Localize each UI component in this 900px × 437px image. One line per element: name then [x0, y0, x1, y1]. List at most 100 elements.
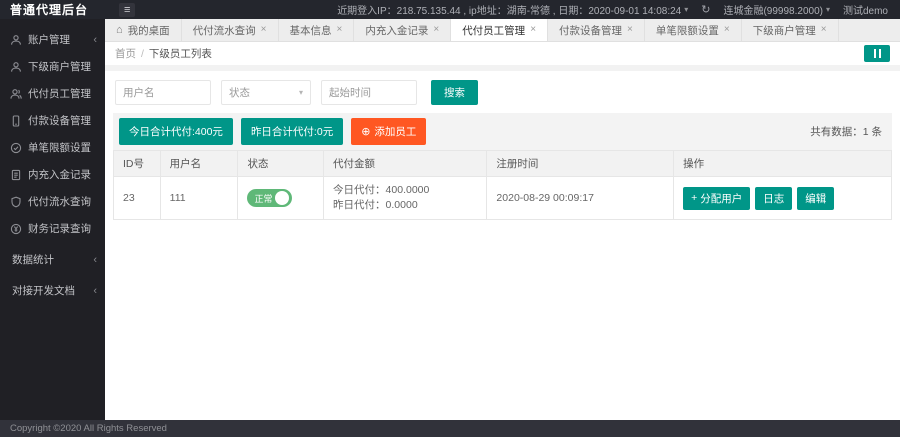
login-info-dropdown[interactable]: 近期登入IP：218.75.135.44 , ip地址：湖南-常德 , 日期：2… — [337, 2, 688, 17]
sidebar-item-finance-records[interactable]: 财务记录查询 — [0, 215, 105, 242]
hamburger-icon[interactable]: ≡ — [119, 2, 136, 17]
tab-label: 我的桌面 — [127, 24, 170, 37]
chevron-left-icon: ‹ — [93, 33, 97, 46]
col-header-id: ID号 — [113, 150, 161, 177]
page-footer: Copyright ©2020 All Rights Reserved — [0, 420, 900, 437]
edit-button[interactable]: 编辑 — [797, 186, 835, 210]
sidebar-item-payment-flow-query[interactable]: 代付流水查询 — [0, 188, 105, 215]
tab-limit-settings[interactable]: 单笔限额设置 × — [645, 19, 742, 41]
home-icon: ⌂ — [116, 24, 123, 36]
breadcrumb-home-link[interactable]: 首页 — [115, 46, 136, 61]
record-count: 共有数据：1 条 — [810, 126, 882, 138]
col-header-status: 状态 — [237, 150, 325, 177]
chevron-left-icon: ‹ — [93, 284, 97, 297]
close-icon[interactable]: × — [530, 25, 536, 35]
tab-label: 单笔限额设置 — [655, 24, 719, 37]
app-window: 普通代理后台 ≡ 近期登入IP：218.75.135.44 , ip地址：湖南-… — [0, 0, 900, 437]
today-total-button[interactable]: 今日合计代付:400元 — [119, 118, 233, 145]
tab-label: 下级商户管理 — [752, 24, 816, 37]
assign-user-button[interactable]: + 分配用户 — [683, 186, 751, 210]
cell-register-time: 2020-08-29 00:09:17 — [486, 175, 675, 221]
status-select-value: 状态 — [229, 87, 250, 99]
tab-my-desktop[interactable]: ⌂ 我的桌面 — [105, 19, 182, 41]
tab-payment-flow-query[interactable]: 代付流水查询 × — [182, 19, 279, 41]
tab-bar: ⌂ 我的桌面 代付流水查询 × 基本信息 × 内充入金记录 × 代付员工管理 ×… — [105, 19, 900, 42]
cell-amount: 今日代付：400.0000 昨日代付：0.0000 — [323, 175, 488, 221]
start-time-input[interactable] — [321, 80, 417, 105]
close-icon[interactable]: × — [821, 25, 827, 35]
status-select[interactable]: 状态 ▾ — [221, 80, 311, 105]
status-toggle[interactable]: 正常 — [247, 189, 293, 208]
tab-sub-merchants[interactable]: 下级商户管理 × — [742, 19, 839, 41]
yesterday-total-button[interactable]: 昨日合计代付:0元 — [240, 118, 344, 145]
cell-status: 正常 — [237, 175, 325, 221]
col-header-amount: 代付金额 — [323, 150, 488, 177]
sidebar-item-dev-docs[interactable]: 对接开发文档 ‹ — [0, 277, 105, 304]
mobile-phone-icon — [10, 114, 22, 127]
tab-label: 代付流水查询 — [192, 24, 256, 37]
shield-icon — [10, 196, 22, 208]
coin-yen-icon — [10, 223, 22, 235]
merchant-dropdown[interactable]: 连城金融(99998.2000) ▾ — [723, 2, 830, 17]
sidebar-item-limit-settings[interactable]: 单笔限额设置 — [0, 134, 105, 161]
sidebar-item-payment-devices[interactable]: 付款设备管理 — [0, 107, 105, 134]
amount-today: 今日代付：400.0000 — [333, 184, 430, 196]
sidebar-item-label: 单笔限额设置 — [28, 142, 91, 154]
tab-recharge-records[interactable]: 内充入金记录 × — [354, 19, 452, 41]
content-panel: 状态 ▾ 搜索 今日合计代付:400元 昨日合计代付:0元 ⊕ 添加员工 共有数… — [105, 71, 900, 420]
tab-label: 基本信息 — [289, 24, 332, 37]
col-header-register-time: 注册时间 — [486, 150, 675, 177]
sidebar-item-data-statistics[interactable]: 数据统计 ‹ — [0, 246, 105, 273]
sidebar-item-label: 下级商户管理 — [28, 61, 91, 73]
close-icon[interactable]: × — [433, 25, 439, 35]
close-icon[interactable]: × — [627, 25, 633, 35]
sidebar-item-label: 付款设备管理 — [28, 115, 91, 127]
log-button[interactable]: 日志 — [755, 186, 793, 210]
toggle-knob — [275, 191, 290, 206]
sidebar-item-label: 代付员工管理 — [28, 88, 91, 100]
tab-basic-info[interactable]: 基本信息 × — [279, 19, 355, 41]
assign-user-label: 分配用户 — [700, 192, 743, 205]
sidebar-item-recharge-records[interactable]: 内充入金记录 — [0, 161, 105, 188]
close-icon[interactable]: × — [724, 25, 730, 35]
current-user[interactable]: 测试demo — [843, 2, 888, 17]
amount-yesterday: 昨日代付：0.0000 — [333, 199, 418, 212]
breadcrumb-current: 下级员工列表 — [148, 48, 212, 60]
filter-row: 状态 ▾ 搜索 — [113, 71, 892, 113]
cell-id: 23 — [113, 175, 161, 221]
refresh-icon[interactable]: ↻ — [701, 3, 710, 16]
row-actions: + 分配用户 日志 编辑 — [683, 186, 882, 210]
tab-payment-staff-mgmt[interactable]: 代付员工管理 × — [451, 19, 549, 41]
sidebar-item-payment-staff[interactable]: 代付员工管理 — [0, 80, 105, 107]
add-employee-label: 添加员工 — [374, 126, 417, 138]
add-employee-button[interactable]: ⊕ 添加员工 — [351, 118, 427, 145]
plus-icon: + — [691, 192, 698, 205]
tab-label: 付款设备管理 — [559, 24, 623, 37]
main-area: ⌂ 我的桌面 代付流水查询 × 基本信息 × 内充入金记录 × 代付员工管理 ×… — [105, 19, 900, 420]
employee-table: ID号 用户名 状态 代付金额 注册时间 操作 23 111 正常 今日代付：4… — [113, 150, 892, 221]
sidebar-item-label: 财务记录查询 — [28, 223, 91, 235]
search-button[interactable]: 搜索 — [431, 80, 478, 105]
login-info-text: 近期登入IP：218.75.135.44 , ip地址：湖南-常德 , 日期：2… — [337, 6, 682, 17]
username-input[interactable] — [115, 80, 211, 105]
sidebar-item-account-mgmt[interactable]: 账户管理 ‹ — [0, 26, 105, 53]
col-header-actions: 操作 — [673, 150, 892, 177]
body-row: 账户管理 ‹ 下级商户管理 代付员工管理 付款设备管理 单笔限额设置 内充入金记… — [0, 19, 900, 420]
sidebar-item-sub-merchants[interactable]: 下级商户管理 — [0, 53, 105, 80]
collapse-columns-icon — [878, 49, 881, 58]
cell-username: 111 — [159, 175, 239, 221]
table-row: 23 111 正常 今日代付：400.0000 昨日代付：0.0000 2020… — [113, 175, 892, 221]
collapse-columns-button[interactable] — [864, 45, 890, 62]
sidebar-item-label: 对接开发文档 — [12, 285, 75, 297]
breadcrumb-separator: / — [141, 47, 144, 60]
sidebar-item-label: 数据统计 — [12, 254, 54, 266]
check-circle-icon — [10, 142, 22, 154]
tab-payment-devices[interactable]: 付款设备管理 × — [548, 19, 645, 41]
user-icon — [10, 61, 22, 73]
collapse-columns-icon — [873, 49, 876, 58]
toolbar: 今日合计代付:400元 昨日合计代付:0元 ⊕ 添加员工 共有数据：1 条 — [113, 113, 892, 150]
cell-actions: + 分配用户 日志 编辑 — [673, 175, 892, 221]
caret-down-icon: ▾ — [298, 88, 303, 97]
close-icon[interactable]: × — [261, 25, 267, 35]
close-icon[interactable]: × — [337, 25, 343, 35]
